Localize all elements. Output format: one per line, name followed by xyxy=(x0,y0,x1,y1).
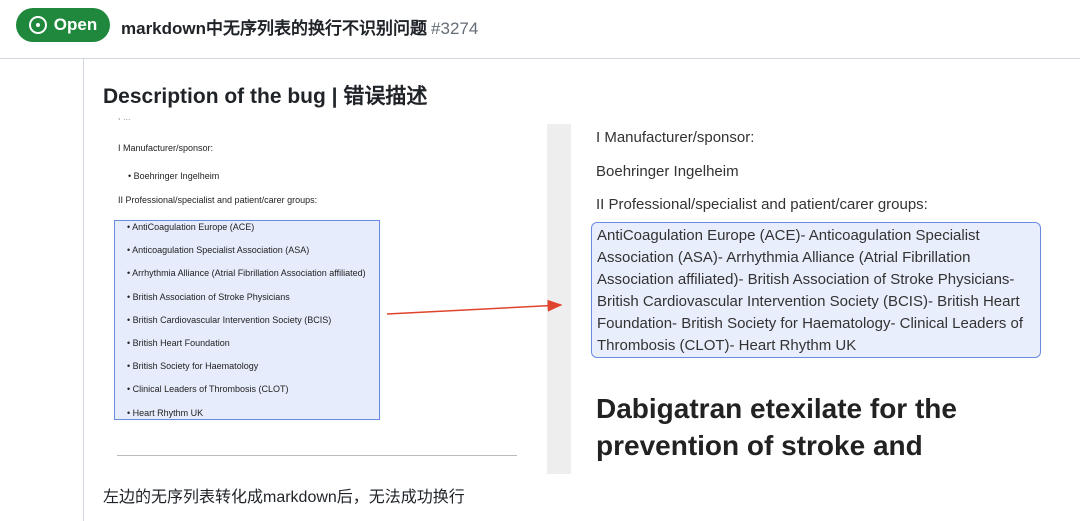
section-heading: Description of the bug | 错误描述 xyxy=(103,85,428,108)
issue-title: markdown中无序列表的换行不识别问题 #3274 xyxy=(121,14,478,39)
status-badge: Open xyxy=(16,8,110,42)
status-label: Open xyxy=(53,15,98,34)
issue-open-icon xyxy=(28,16,47,34)
issue-number[interactable]: #3274 xyxy=(431,19,478,38)
issue-header: Open markdown中无序列表的换行不识别问题 #3274 xyxy=(0,0,1080,59)
screenshot-comparison: I ... I Manufacturer/sponsor: • Boehring… xyxy=(100,118,1080,474)
bug-caption: 左边的无序列表转化成markdown后，无法成功换行 xyxy=(103,489,465,506)
arrow-icon xyxy=(386,299,563,315)
issue-title-text: markdown中无序列表的换行不识别问题 xyxy=(121,19,428,38)
